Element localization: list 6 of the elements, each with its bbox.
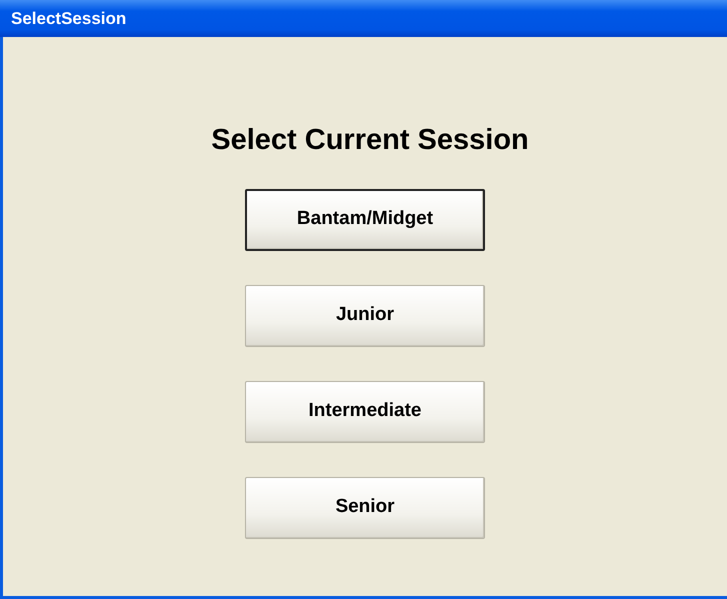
- heading: Select Current Session: [211, 123, 529, 158]
- session-button[interactable]: Senior: [245, 476, 485, 538]
- session-button[interactable]: Bantam/Midget: [245, 188, 485, 250]
- session-button[interactable]: Junior: [245, 284, 485, 346]
- session-button[interactable]: Intermediate: [245, 380, 485, 442]
- window-title: SelectSession: [11, 8, 126, 30]
